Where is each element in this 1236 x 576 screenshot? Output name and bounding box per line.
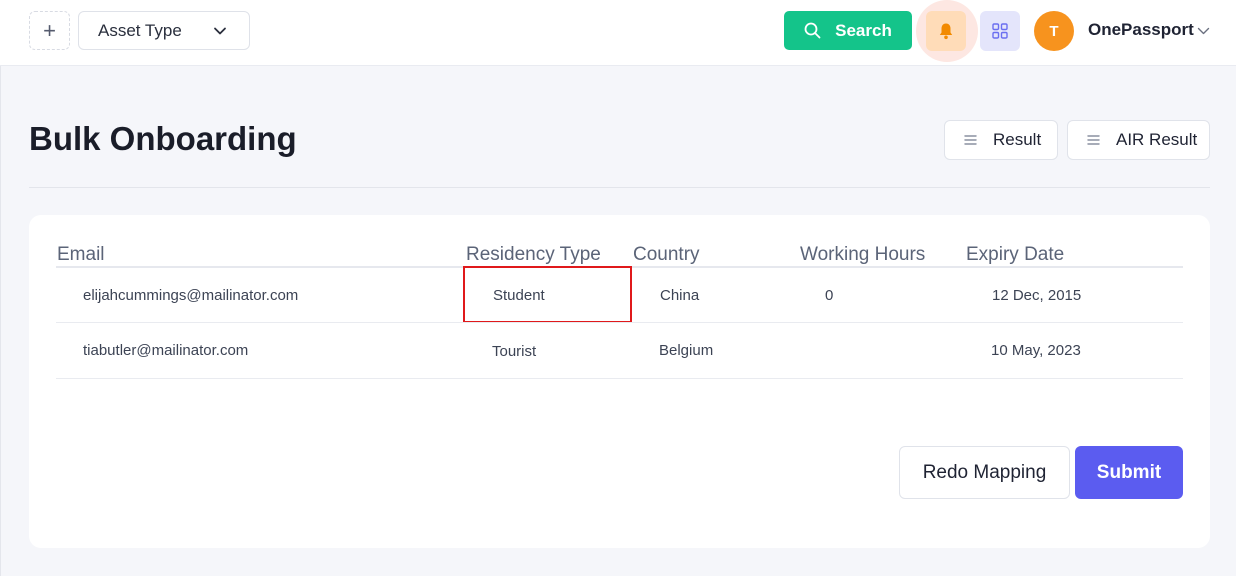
chevron-down-icon [214,27,226,35]
cell-email: elijahcummings@mailinator.com [83,287,299,304]
chevron-down-icon[interactable] [1197,25,1210,37]
cell-residency-type[interactable]: Tourist [492,343,536,360]
user-avatar[interactable]: T [1034,11,1074,51]
search-icon [804,22,821,39]
column-header-email: Email [57,244,105,265]
highlighted-cell-outline [463,266,632,323]
redo-mapping-button[interactable]: Redo Mapping [899,446,1070,499]
top-bar: + Asset Type Search T OnePassport [0,0,1236,66]
air-result-button[interactable]: AIR Result [1067,120,1210,160]
bell-icon [939,23,953,40]
cell-expiry-date: 12 Dec, 2015 [992,287,1082,304]
air-result-label: AIR Result [1116,130,1198,149]
header-divider [29,187,1210,188]
onboarding-card: Email Residency Type Country Working Hou… [29,215,1210,548]
search-label: Search [835,20,892,40]
column-header-working-hours: Working Hours [800,244,926,265]
user-name[interactable]: OnePassport [1088,20,1194,40]
search-button[interactable]: Search [784,11,912,50]
result-label: Result [993,130,1042,149]
apps-button[interactable] [980,11,1020,51]
page-title: Bulk Onboarding [29,120,297,157]
asset-type-value: Asset Type [98,20,182,40]
menu-lines-icon [964,135,977,145]
grid-icon [992,23,1008,39]
column-header-expiry-date: Expiry Date [966,244,1065,265]
cell-country: China [660,287,700,304]
plus-icon: + [43,17,56,43]
notifications-button[interactable] [926,11,966,51]
cell-email: tiabutler@mailinator.com [83,342,249,359]
cell-expiry-date: 10 May, 2023 [991,342,1081,359]
add-button[interactable]: + [29,11,70,50]
row-divider [56,378,1183,379]
window-edge [0,0,1,576]
result-button[interactable]: Result [944,120,1058,160]
column-header-country: Country [633,244,700,265]
submit-button[interactable]: Submit [1075,446,1183,499]
asset-type-select[interactable]: Asset Type [78,11,250,50]
cell-country: Belgium [659,342,714,359]
cell-working-hours: 0 [825,287,834,304]
menu-lines-icon [1087,135,1100,145]
column-header-residency-type: Residency Type [466,244,601,265]
row-divider [56,322,1183,323]
